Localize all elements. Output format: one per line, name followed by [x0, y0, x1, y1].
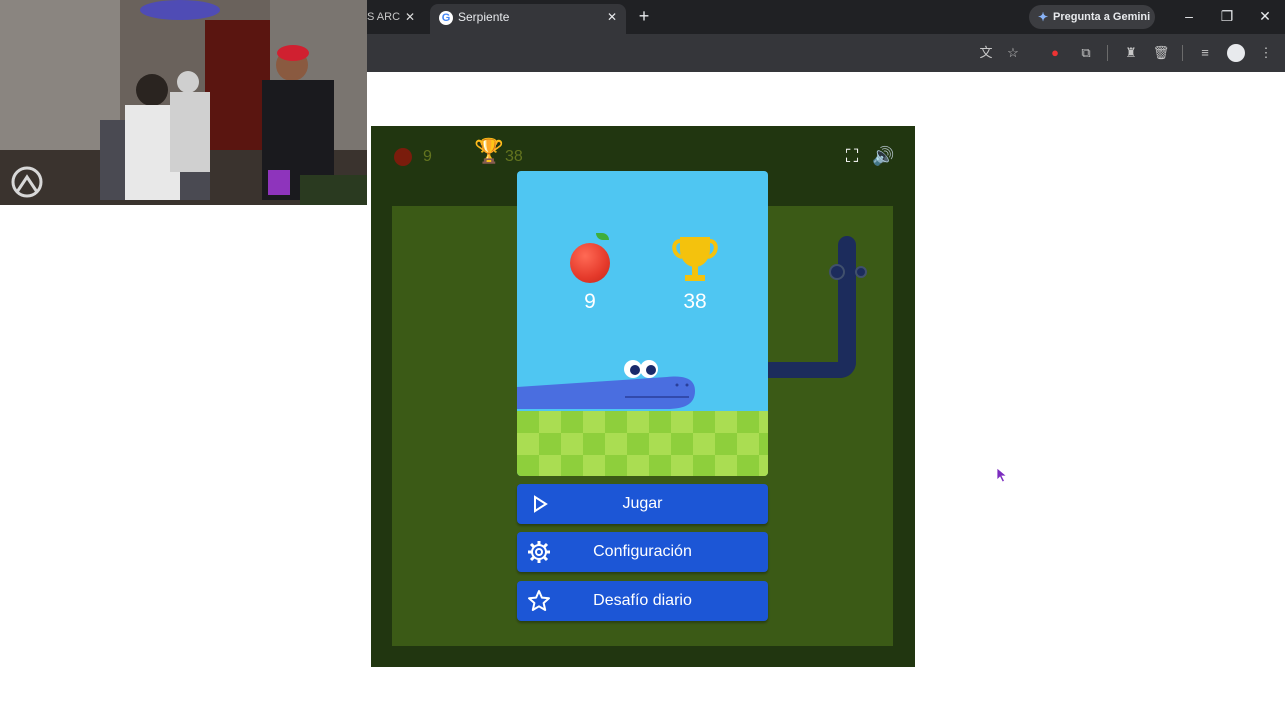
snake-eye-icon [855, 266, 867, 278]
score-apple-icon [394, 148, 412, 166]
apple-leaf [596, 233, 609, 240]
snake-mascot [517, 360, 695, 409]
extensions-puzzle-icon[interactable]: ⧉ [1077, 44, 1095, 62]
apple-icon [570, 243, 610, 283]
gemini-sparkle-icon: ✦ [1038, 10, 1049, 24]
trash-icon[interactable]: 🗑 [1152, 44, 1170, 62]
close-window-icon[interactable]: ✕ [1254, 5, 1276, 27]
google-favicon-icon: G [439, 11, 453, 25]
toolbar-divider [1182, 45, 1183, 61]
close-tab-icon[interactable]: ✕ [607, 4, 617, 30]
new-tab-icon[interactable]: + [636, 6, 652, 26]
trophy-icon [672, 237, 718, 281]
snake-eye-icon [829, 264, 845, 280]
profile-avatar[interactable] [1227, 44, 1245, 62]
incognito-icon[interactable]: ♜ [1122, 44, 1140, 62]
webcam-image [0, 0, 367, 205]
webcam-overlay [0, 0, 367, 205]
media-queue-icon[interactable]: ≡ [1196, 44, 1214, 62]
play-button-label: Jugar [622, 495, 663, 512]
play-button[interactable]: Jugar [517, 484, 768, 524]
settings-button-label: Configuración [593, 543, 692, 560]
settings-button[interactable]: Configuración [517, 532, 768, 572]
checkered-ground [517, 411, 768, 476]
start-panel: 9 38 [517, 171, 768, 476]
more-menu-icon[interactable]: ⋮ [1257, 44, 1275, 62]
translate-icon[interactable]: 文 [977, 44, 995, 62]
tab-label: Serpiente [458, 10, 510, 24]
bookmark-star-icon[interactable]: ☆ [1004, 44, 1022, 62]
volume-icon[interactable]: 🔊 [872, 146, 894, 166]
minimize-icon[interactable]: – [1178, 5, 1200, 27]
best-score-trophy-icon: 🏆 [474, 138, 504, 165]
mouse-cursor-icon [996, 467, 1008, 483]
best-score: 38 [505, 148, 523, 165]
panel-best-score: 38 [683, 290, 707, 313]
tab-serpiente[interactable]: G Serpiente ✕ [430, 4, 626, 34]
close-tab-icon[interactable]: ✕ [405, 0, 415, 34]
gemini-button-label: Pregunta a Gemini [1053, 11, 1151, 23]
tab-previous[interactable]: S ARC ✕ [367, 0, 427, 34]
current-score: 9 [423, 148, 432, 165]
gemini-button[interactable]: ✦ Pregunta a Gemini [1029, 5, 1155, 29]
daily-challenge-button[interactable]: Desafío diario [517, 581, 768, 621]
toolbar-divider [1107, 45, 1108, 61]
extension-red-icon[interactable]: ● [1046, 44, 1064, 62]
restore-icon[interactable]: ❐ [1216, 5, 1238, 27]
daily-challenge-button-label: Desafío diario [593, 592, 692, 609]
snake-game: 9 🏆 38 ⛶ 🔊 9 38 Jugar Configuración Desa… [371, 126, 915, 667]
tab-label: S ARC [367, 11, 401, 23]
snake-body-segment [838, 236, 856, 378]
fullscreen-icon[interactable]: ⛶ [842, 146, 862, 166]
panel-score: 9 [584, 290, 596, 313]
